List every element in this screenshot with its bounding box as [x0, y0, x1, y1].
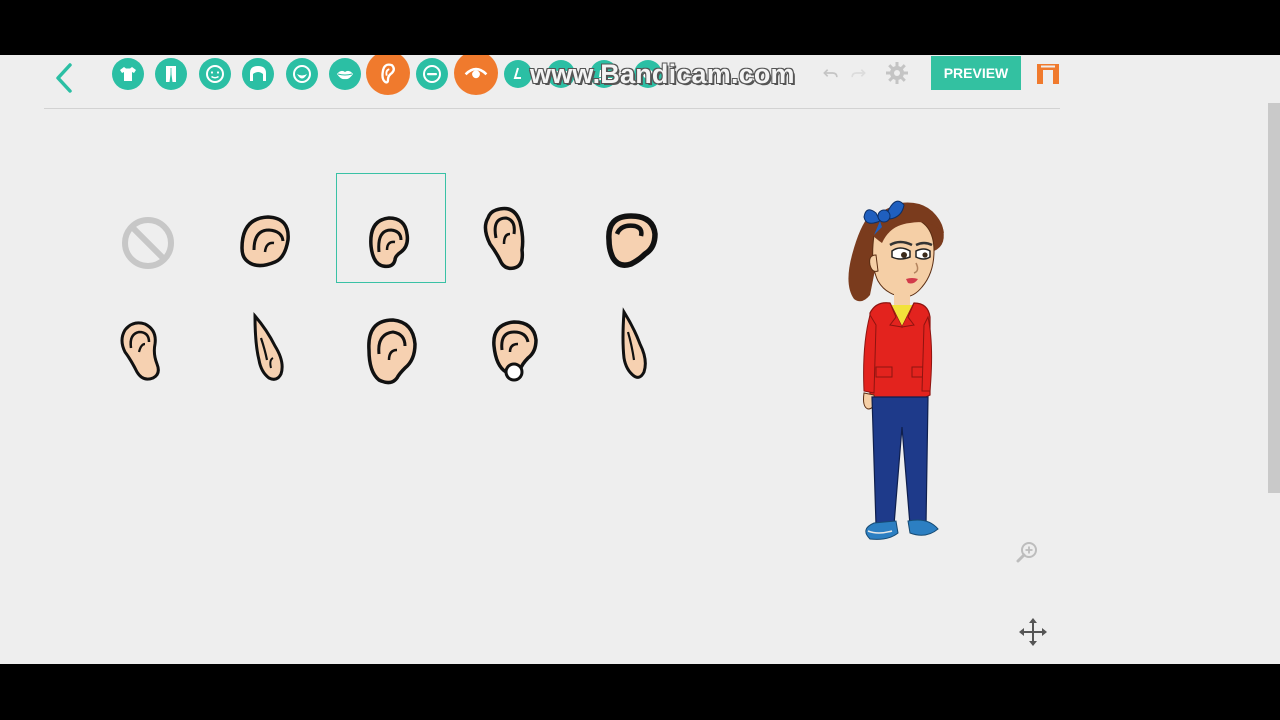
scrollbar[interactable] [1268, 103, 1280, 493]
mouth-icon [337, 70, 353, 80]
category-mouth[interactable] [329, 58, 361, 90]
ear-option-elf[interactable] [212, 283, 322, 393]
zoom-in-icon [1016, 542, 1037, 563]
save-button[interactable] [1036, 61, 1060, 85]
ear-option-round[interactable] [213, 173, 323, 283]
ear-icon [606, 213, 658, 268]
eye-icon [464, 67, 488, 79]
category-beard[interactable] [286, 58, 318, 90]
ear-icon [120, 321, 160, 381]
character-creator: www.Bandicam.com PREVIEW [0, 55, 1280, 664]
move-icon [1019, 618, 1047, 646]
settings-button[interactable] [885, 61, 909, 85]
category-pants[interactable] [155, 58, 187, 90]
category-nose[interactable] [504, 60, 532, 88]
nose-icon [513, 67, 521, 79]
ear-icon [369, 216, 410, 269]
face-icon [206, 65, 224, 83]
chevron-left-icon [56, 63, 72, 93]
gear-icon [886, 62, 908, 84]
redo-button[interactable] [846, 61, 870, 85]
character-preview [830, 195, 960, 545]
hair-icon [250, 66, 266, 81]
ear-icon [240, 215, 290, 268]
move-handle[interactable] [1018, 617, 1048, 647]
category-eye[interactable] [454, 55, 498, 95]
shirt-icon [120, 67, 136, 81]
undo-icon [823, 69, 838, 78]
undo-button[interactable] [819, 61, 843, 85]
beard-icon [293, 65, 311, 83]
save-icon [1037, 64, 1059, 84]
ear-icon [367, 318, 417, 385]
ear-option-narrow[interactable] [86, 283, 196, 393]
eyebrow-icon [423, 65, 441, 83]
ear-icon [621, 307, 647, 379]
toolbar: www.Bandicam.com PREVIEW [44, 55, 1060, 109]
ear-option-earring[interactable] [459, 283, 569, 393]
none-option[interactable] [93, 173, 203, 283]
zoom-in-button[interactable] [1014, 539, 1040, 565]
category-hair[interactable] [242, 58, 274, 90]
category-ear[interactable] [366, 55, 410, 95]
back-button[interactable] [48, 59, 78, 97]
character-figure [848, 200, 944, 540]
watermark: www.Bandicam.com [530, 59, 795, 89]
ear-icon [483, 206, 525, 271]
category-shirt[interactable] [112, 58, 144, 90]
earring-icon [504, 362, 524, 382]
pants-icon [166, 66, 176, 82]
ear-icon [253, 311, 284, 381]
redo-icon [851, 69, 866, 78]
preview-button[interactable]: PREVIEW [931, 56, 1021, 90]
no-symbol-icon [122, 217, 174, 269]
ear-option-large[interactable] [332, 283, 442, 393]
ear-option-small[interactable] [336, 173, 446, 283]
ear-icon [381, 63, 396, 84]
ear-option-bold[interactable] [576, 173, 686, 283]
ear-option-elf-long[interactable] [573, 283, 683, 393]
ear-icon [492, 320, 538, 382]
category-face[interactable] [199, 58, 231, 90]
category-eyebrow[interactable] [416, 58, 448, 90]
ear-option-tall[interactable] [451, 173, 561, 283]
